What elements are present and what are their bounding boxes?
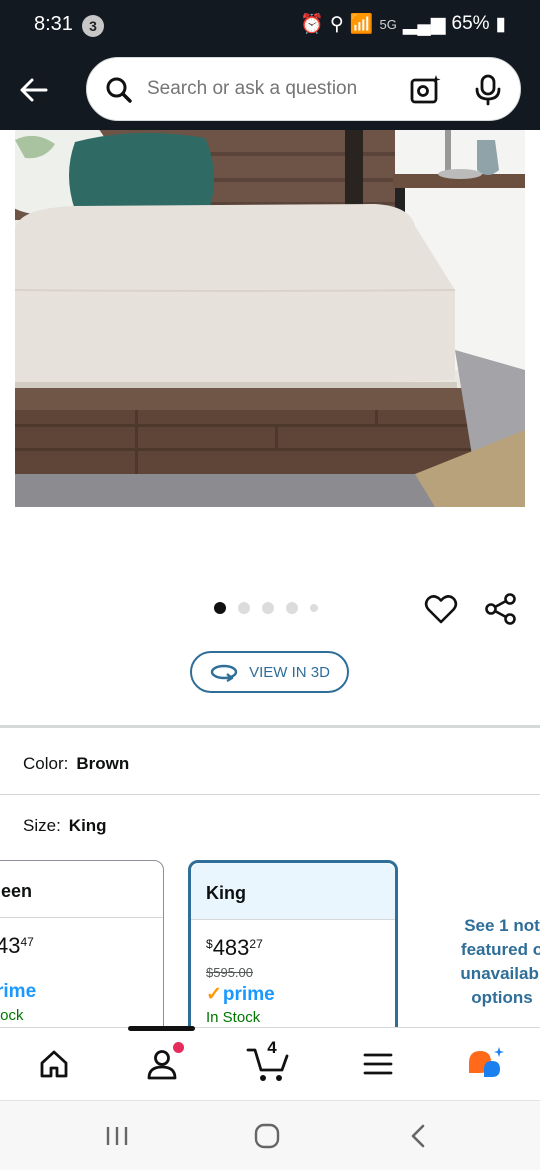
search-box[interactable]	[86, 57, 521, 121]
signal-icon: ▂▄▆	[402, 13, 446, 35]
prime-badge: ✓prime	[206, 984, 275, 1005]
list-price: $595.00	[206, 965, 253, 980]
carousel-dot[interactable]	[286, 602, 298, 614]
size-selection: Size: King	[23, 816, 107, 836]
heart-icon[interactable]	[424, 592, 458, 626]
nav-rufus[interactable]	[464, 1042, 508, 1086]
bed-illustration	[15, 130, 525, 507]
size-label: Size:	[23, 816, 61, 835]
size-option-king[interactable]: King $48327 $595.00 ✓prime In Stock	[188, 860, 398, 1028]
color-selection: Color: Brown	[23, 754, 129, 774]
size-option-name: King	[191, 863, 395, 920]
camera-search-icon[interactable]	[410, 74, 442, 106]
status-bar: 8:31 3 ⏰ ⚲ 📶 5G ▂▄▆ 65% ▮	[0, 0, 540, 52]
status-icons: ⏰ ⚲ 📶 5G ▂▄▆ 65% ▮	[300, 12, 506, 36]
wifi-icon: 📶	[349, 14, 374, 35]
product-image[interactable]	[15, 130, 525, 507]
search-input[interactable]	[147, 58, 397, 120]
nav-cart[interactable]: 4	[246, 1038, 290, 1086]
active-tab-indicator	[128, 1026, 195, 1031]
section-divider	[0, 725, 540, 728]
see-unavailable-options-link[interactable]: See 1 not featured o unavailabl options	[452, 914, 540, 1010]
menu-icon	[363, 1053, 393, 1075]
nav-menu[interactable]	[356, 1042, 400, 1086]
stock-status: tock	[0, 1007, 24, 1024]
home-icon	[40, 1050, 68, 1078]
status-time: 8:31	[34, 13, 73, 35]
divider	[0, 794, 540, 795]
system-navigation-bar	[0, 1100, 540, 1170]
size-option-price: 4347	[0, 933, 34, 958]
view-in-3d-button[interactable]: VIEW IN 3D	[190, 651, 349, 693]
back-button-icon[interactable]	[404, 1121, 434, 1151]
image-carousel-dots[interactable]	[214, 602, 318, 614]
prime-badge: rime	[0, 981, 37, 1002]
carousel-dot[interactable]	[310, 604, 318, 612]
cart-count: 4	[267, 1038, 277, 1057]
view-in-3d-label: VIEW IN 3D	[249, 663, 330, 681]
search-icon	[106, 77, 132, 103]
prime-check-icon: ✓	[206, 984, 222, 1005]
share-icon[interactable]	[484, 592, 518, 626]
home-button-icon[interactable]	[252, 1121, 282, 1151]
location-icon: ⚲	[329, 13, 344, 35]
color-value: Brown	[76, 754, 130, 773]
nav-home[interactable]	[32, 1042, 76, 1086]
alarm-icon: ⏰	[300, 14, 324, 35]
battery-icon: ▮	[495, 13, 506, 35]
size-value: King	[68, 816, 107, 835]
network-type: 5G	[379, 16, 397, 32]
nav-account[interactable]	[140, 1042, 184, 1086]
size-option-name: een	[0, 861, 163, 918]
color-label: Color:	[23, 754, 69, 773]
rufus-icon	[469, 1047, 504, 1077]
search-header	[0, 52, 540, 130]
back-arrow-icon[interactable]	[16, 72, 52, 108]
stock-status: In Stock	[206, 1009, 261, 1026]
carousel-dot[interactable]	[214, 602, 226, 614]
battery-level: 65%	[451, 13, 490, 34]
rotate-3d-icon	[210, 664, 238, 682]
carousel-dot[interactable]	[262, 602, 274, 614]
size-option-price: $48327	[206, 935, 263, 960]
account-icon	[147, 1050, 177, 1080]
bottom-navigation: 4	[0, 1026, 540, 1099]
notification-count-badge: 3	[82, 15, 104, 37]
microphone-icon[interactable]	[474, 74, 502, 106]
notification-dot	[173, 1042, 184, 1053]
size-option-queen[interactable]: een 4347 rime tock	[0, 860, 164, 1028]
carousel-dot[interactable]	[238, 602, 250, 614]
recent-apps-icon[interactable]	[102, 1121, 132, 1151]
